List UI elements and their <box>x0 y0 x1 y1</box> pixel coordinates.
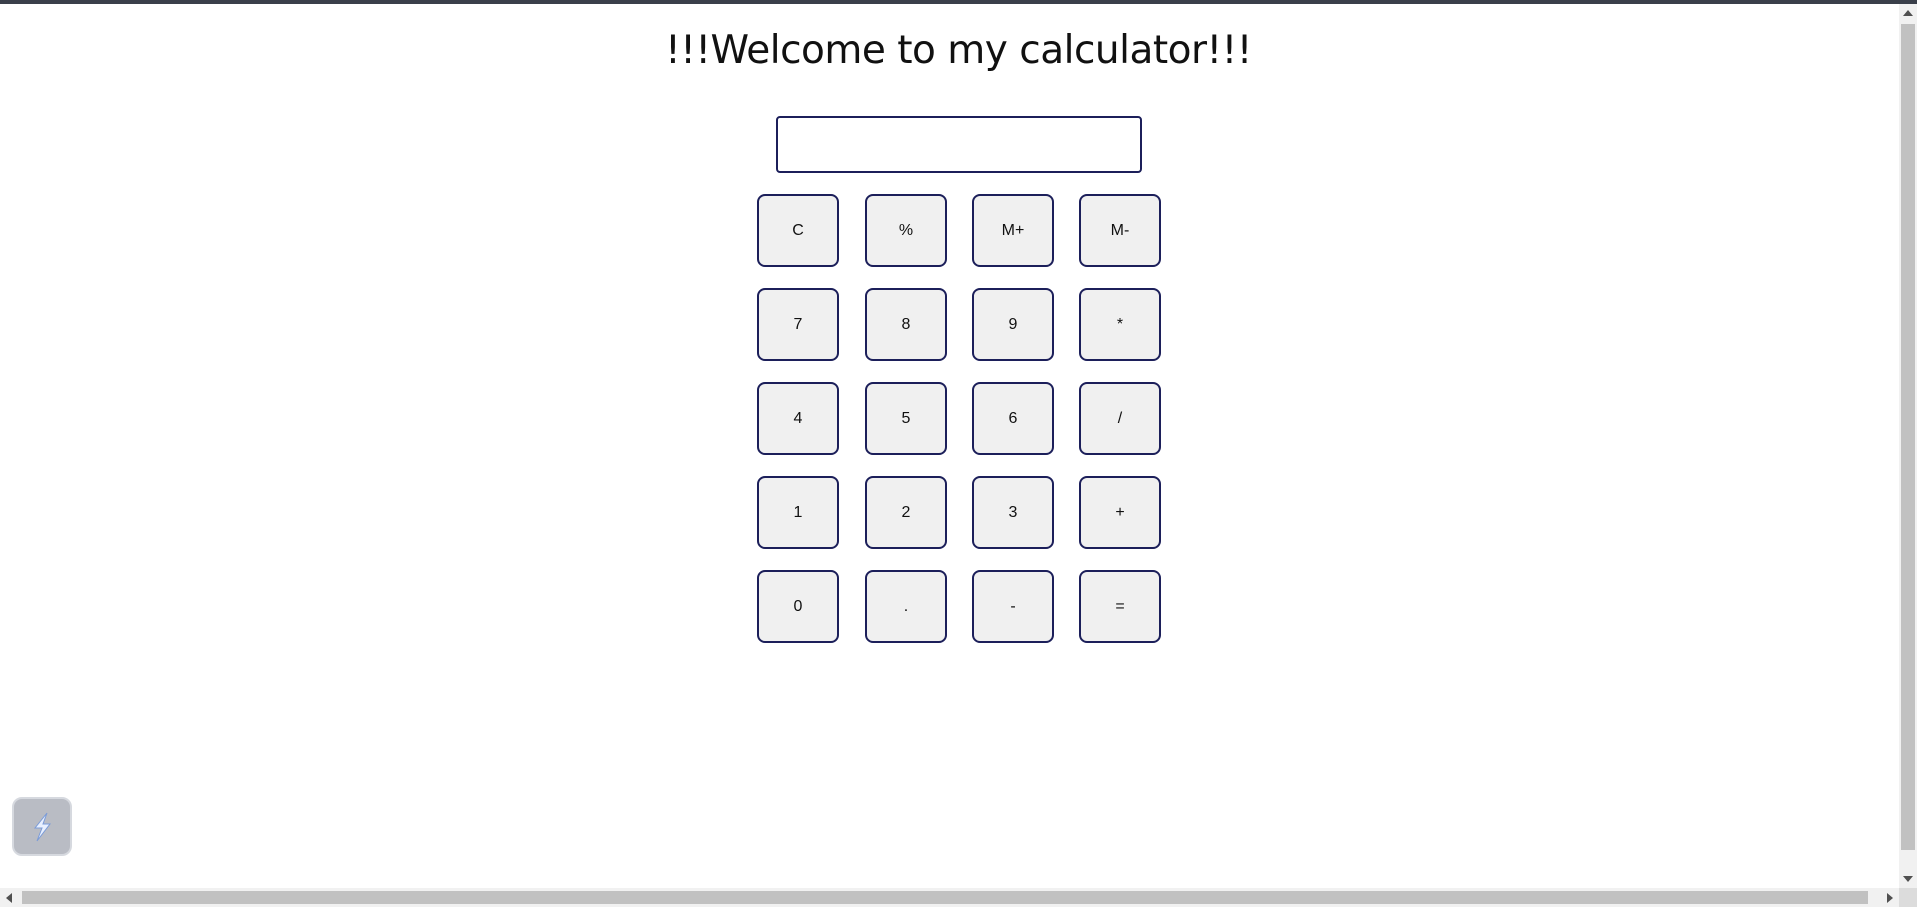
digit-3-button[interactable]: 3 <box>972 476 1054 549</box>
digit-9-button[interactable]: 9 <box>972 288 1054 361</box>
digit-2-button[interactable]: 2 <box>865 476 947 549</box>
digit-8-button[interactable]: 8 <box>865 288 947 361</box>
digit-4-button[interactable]: 4 <box>757 382 839 455</box>
scroll-left-icon[interactable] <box>6 893 12 903</box>
digit-6-button[interactable]: 6 <box>972 382 1054 455</box>
divide-button[interactable]: / <box>1079 382 1161 455</box>
vertical-scroll-thumb[interactable] <box>1901 24 1915 850</box>
percent-button[interactable]: % <box>865 194 947 267</box>
calculator-display[interactable] <box>776 116 1142 173</box>
digit-1-button[interactable]: 1 <box>757 476 839 549</box>
horizontal-scrollbar[interactable] <box>0 888 1899 907</box>
scroll-right-icon[interactable] <box>1887 893 1893 903</box>
lightning-bolt-icon <box>33 812 52 841</box>
scrollbar-corner <box>1899 888 1917 907</box>
extension-widget-button[interactable] <box>12 797 72 856</box>
memory-add-button[interactable]: M+ <box>972 194 1054 267</box>
digit-7-button[interactable]: 7 <box>757 288 839 361</box>
add-button[interactable]: + <box>1079 476 1161 549</box>
scroll-up-icon[interactable] <box>1903 10 1913 16</box>
scroll-down-icon[interactable] <box>1903 876 1913 882</box>
clear-button[interactable]: C <box>757 194 839 267</box>
digit-5-button[interactable]: 5 <box>865 382 947 455</box>
page-title: !!!Welcome to my calculator!!! <box>665 28 1252 73</box>
digit-0-button[interactable]: 0 <box>757 570 839 643</box>
memory-subtract-button[interactable]: M- <box>1079 194 1161 267</box>
vertical-scrollbar[interactable] <box>1899 4 1917 888</box>
decimal-point-button[interactable]: . <box>865 570 947 643</box>
subtract-button[interactable]: - <box>972 570 1054 643</box>
horizontal-scroll-thumb[interactable] <box>22 891 1868 904</box>
equals-button[interactable]: = <box>1079 570 1161 643</box>
multiply-button[interactable]: * <box>1079 288 1161 361</box>
